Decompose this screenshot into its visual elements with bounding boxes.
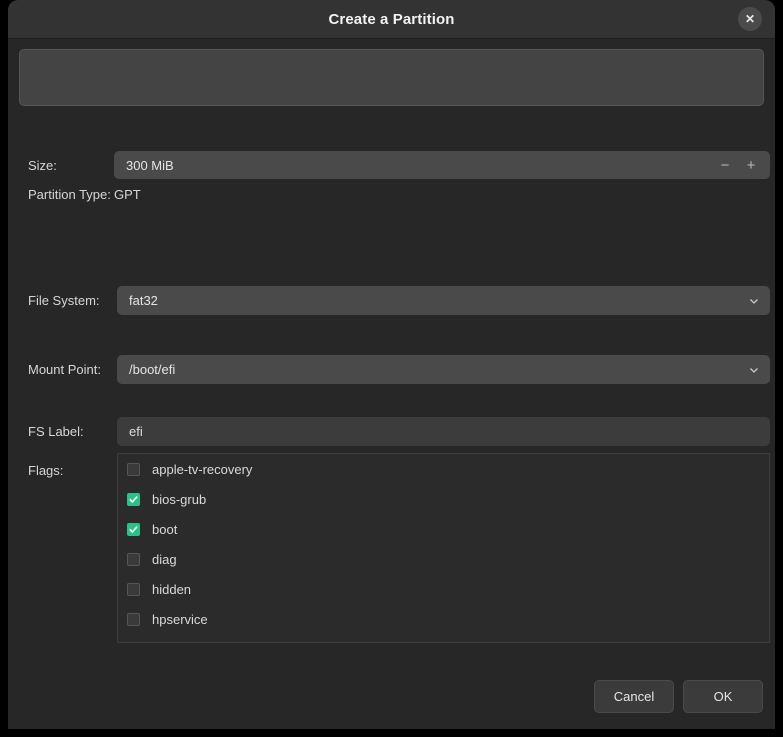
file-system-label: File System: [28,293,100,308]
checkbox-icon[interactable] [127,522,140,536]
mount-point-row: Mount Point: /boot/efi [28,355,770,384]
list-item-label: boot [152,521,178,537]
list-item-label: hidden [152,581,192,597]
list-item[interactable]: boot [118,514,769,544]
size-stepper[interactable]: 300 MiB − + [114,151,770,179]
dialog-title: Create a Partition [328,10,455,28]
list-item[interactable]: apple-tv-recovery [118,454,769,484]
flags-label: Flags: [28,463,64,478]
list-item[interactable]: diag [118,544,769,574]
ok-button[interactable]: OK [683,680,763,713]
dialog-footer: Cancel OK [594,680,763,713]
chevron-down-icon [749,296,759,306]
file-system-dropdown[interactable]: fat32 [117,286,770,315]
flags-list: apple-tv-recovery bios-grub boot diag hi… [117,453,770,643]
cancel-button[interactable]: Cancel [594,680,674,713]
size-value: 300 MiB [126,157,174,173]
partition-type-label: Partition Type: [28,187,111,202]
size-label: Size: [28,157,57,173]
list-item[interactable]: bios-grub [118,484,769,514]
partition-type-value: GPT [114,187,141,202]
size-row: Size: 300 MiB − + [28,151,770,179]
list-item-label: diag [152,551,177,567]
list-item-label: bios-grub [152,491,207,507]
partition-type-row: Partition Type: GPT [28,187,141,202]
chevron-down-icon [749,365,759,375]
file-system-value: fat32 [129,293,158,308]
fs-label-label: FS Label: [28,424,84,439]
checkbox-icon[interactable] [127,612,140,626]
create-partition-dialog: Create a Partition ✕ Size: 300 MiB − + P… [8,0,775,729]
fs-label-row: FS Label: [28,417,770,446]
partition-preview-box [19,49,764,106]
checkbox-icon[interactable] [127,462,140,476]
list-item-label: hpservice [152,611,208,627]
dialog-body: Size: 300 MiB − + Partition Type: GPT Fi… [8,39,775,729]
checkbox-icon[interactable] [127,552,140,566]
size-decrement-button[interactable]: − [712,151,738,179]
mount-point-value: /boot/efi [129,362,176,377]
list-item[interactable]: hidden [118,574,769,604]
list-item-label: apple-tv-recovery [152,461,253,477]
size-increment-button[interactable]: + [738,151,764,179]
close-icon[interactable]: ✕ [738,7,762,31]
list-item[interactable]: hpservice [118,604,769,634]
mount-point-dropdown[interactable]: /boot/efi [117,355,770,384]
checkbox-icon[interactable] [127,492,140,506]
checkbox-icon[interactable] [127,582,140,596]
mount-point-label: Mount Point: [28,362,101,377]
dialog-titlebar: Create a Partition ✕ [8,0,775,39]
fs-label-input[interactable] [117,417,770,446]
file-system-row: File System: fat32 [28,286,770,315]
